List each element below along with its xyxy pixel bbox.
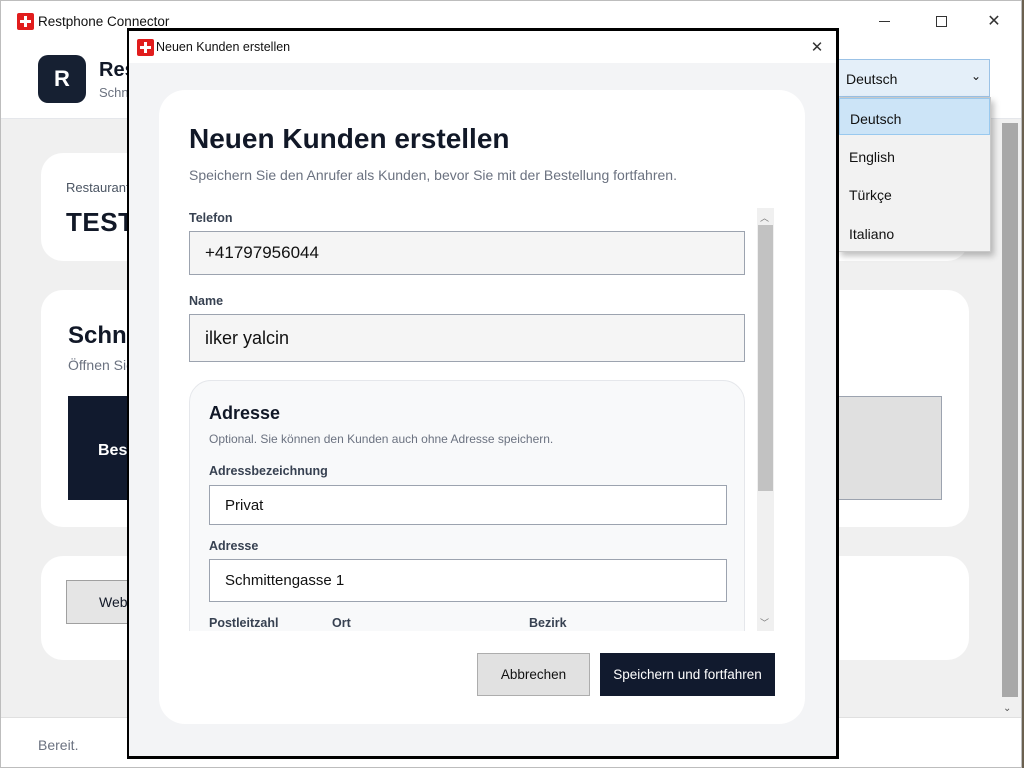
swiss-flag-icon [137, 39, 154, 56]
maximize-icon[interactable] [932, 11, 952, 31]
chevron-down-icon: ⌄ [970, 69, 981, 83]
street-label: Adresse [209, 539, 259, 553]
phone-input[interactable] [189, 231, 745, 275]
address-desc: Optional. Sie können den Kunden auch ohn… [209, 432, 554, 446]
close-icon[interactable]: ✕ [984, 11, 1004, 31]
address-designation-input[interactable] [209, 485, 727, 525]
scroll-down-icon[interactable]: ⌄ [1003, 703, 1011, 714]
language-option-turkce[interactable]: Türkçe [839, 175, 990, 212]
form-scrollbar-thumb[interactable] [758, 225, 773, 491]
dialog-card: Neuen Kunden erstellen Speichern Sie den… [159, 90, 805, 724]
status-text: Bereit. [38, 737, 79, 753]
restaurant-label: Restaurant [66, 180, 130, 195]
swiss-flag-icon [17, 13, 34, 30]
main-scrollbar[interactable]: ⌄ [1000, 119, 1021, 716]
save-and-continue-button[interactable]: Speichern und fortfahren [600, 653, 775, 696]
address-section: Adresse Optional. Sie können den Kunden … [189, 380, 745, 631]
dialog-heading: Neuen Kunden erstellen [189, 123, 510, 154]
main-scrollbar-thumb[interactable] [1002, 123, 1018, 697]
language-select-value: Deutsch [846, 71, 898, 87]
language-option-english[interactable]: English [839, 137, 990, 174]
restaurant-name: TEST [66, 207, 135, 237]
language-select[interactable]: Deutsch ⌄ [835, 59, 990, 97]
city-label: Ort [332, 616, 351, 630]
phone-label: Telefon [189, 211, 233, 225]
street-input[interactable] [209, 559, 727, 602]
customer-form: Telefon Name Adresse Optional. Sie könne… [159, 208, 776, 631]
dialog-subtitle: Speichern Sie den Anrufer als Kunden, be… [189, 167, 677, 183]
language-option-deutsch[interactable]: Deutsch [839, 98, 990, 135]
name-label: Name [189, 294, 224, 308]
cancel-button[interactable]: Abbrechen [477, 653, 590, 696]
create-customer-dialog: Neuen Kunden erstellen ✕ Neuen Kunden er… [127, 28, 839, 759]
brand-logo: R [38, 55, 86, 103]
dialog-window-title: Neuen Kunden erstellen [156, 40, 291, 54]
language-dropdown-menu: Deutsch English Türkçe Italiano [838, 97, 991, 252]
address-designation-label: Adressbezeichnung [209, 464, 328, 478]
district-label: Bezirk [529, 616, 567, 630]
name-input[interactable] [189, 314, 745, 362]
minimize-icon[interactable] [875, 11, 895, 31]
address-title: Adresse [209, 403, 281, 423]
scroll-up-icon[interactable]: ︿ [760, 211, 769, 224]
language-option-italiano[interactable]: Italiano [839, 214, 990, 251]
form-scrollbar[interactable]: ︿ ﹀ [757, 208, 774, 631]
postal-code-label: Postleitzahl [209, 616, 279, 630]
app-title: Restphone Connector [38, 14, 170, 29]
scroll-down-icon[interactable]: ﹀ [760, 616, 769, 629]
dialog-titlebar: Neuen Kunden erstellen ✕ [129, 31, 836, 63]
dialog-close-icon[interactable]: ✕ [807, 37, 827, 57]
